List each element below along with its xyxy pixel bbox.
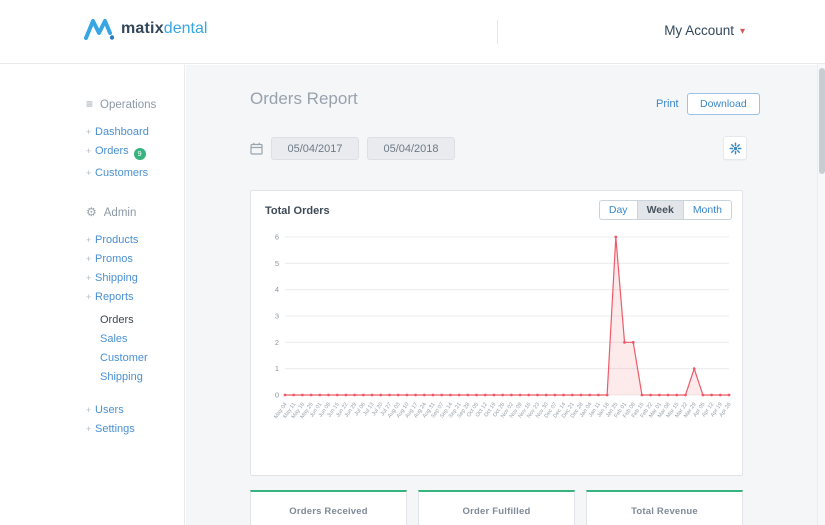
date-range-row [250,137,463,160]
logo-icon [84,19,114,40]
interval-toggle: Day Week Month [598,200,732,220]
sidebar-section-admin: ⚙ Admin + Products + Promos + Shipping + Repo… [86,205,184,435]
sidebar-item-shipping[interactable]: + Shipping [86,273,184,284]
print-link[interactable]: Print [656,98,679,110]
sidebar-item-settings[interactable]: + Settings [86,424,184,435]
svg-text:0: 0 [275,391,279,400]
card-label: Total Revenue [631,506,698,517]
header: matix dental My Account ▾ [0,0,825,64]
plus-icon: + [86,235,92,245]
scrollbar-thumb[interactable] [819,68,825,174]
date-to-input[interactable] [367,137,455,160]
svg-text:6: 6 [275,233,279,242]
plus-icon: + [86,292,92,302]
chart-title: Total Orders [265,205,330,217]
orders-count-badge: 9 [133,148,146,160]
toggle-month-button[interactable]: Month [683,200,732,220]
svg-text:4: 4 [275,285,279,294]
logo-text-secondary: dental [163,20,208,37]
summary-cards-row: Orders Received 10 Order Fulfilled 10 To… [250,490,743,525]
orders-received-card: Orders Received 10 [250,490,407,525]
page-title: Orders Report [250,89,358,108]
card-label: Order Fulfilled [462,506,531,517]
plus-icon: + [86,127,92,137]
admin-header[interactable]: ⚙ Admin [86,205,184,219]
svg-text:3: 3 [275,312,279,321]
my-account-menu[interactable]: My Account ▾ [664,23,745,38]
sidebar-section-operations: ≡ Operations + Dashboard + Orders 9 + Custome… [86,97,184,179]
total-orders-card: Total Orders Day Week Month 0 1 2 3 4 5 6 May 0… [250,190,743,476]
logo-text-primary: matix [121,20,164,37]
svg-text:2: 2 [275,338,279,347]
orders-line-chart: 0123456May 04May 11May 18May 25Jun 01Jun… [273,233,732,420]
calendar-icon [250,142,263,155]
sidebar: ≡ Operations + Dashboard + Orders 9 + Custome… [0,65,185,525]
my-account-label: My Account [664,23,734,38]
chevron-down-icon: ▾ [739,26,745,37]
sidebar-item-orders[interactable]: + Orders 9 [86,146,184,160]
date-from-input[interactable] [271,137,359,160]
subnav-item-sales[interactable]: Sales [100,334,184,345]
sidebar-item-dashboard[interactable]: + Dashboard [86,127,184,138]
operations-label: Operations [100,99,157,111]
chart-settings-button[interactable] [723,136,747,160]
svg-text:5: 5 [275,259,279,268]
gear-icon: ⚙ [86,205,97,219]
menu-icon: ≡ [86,97,94,111]
operations-header[interactable]: ≡ Operations [86,97,184,111]
card-label: Orders Received [289,506,368,517]
logo[interactable]: matix dental [84,18,207,40]
reports-subnav: Orders Sales Customer Shipping [100,315,184,383]
header-divider [497,20,498,44]
plus-icon: + [86,168,92,178]
sidebar-item-customers[interactable]: + Customers [86,168,184,179]
sidebar-item-reports[interactable]: + Reports [86,292,184,303]
plus-icon: + [86,424,92,434]
svg-text:1: 1 [275,364,279,373]
subnav-item-shipping[interactable]: Shipping [100,372,184,383]
toggle-day-button[interactable]: Day [598,200,637,220]
sidebar-item-users[interactable]: + Users [86,405,184,416]
plus-icon: + [86,273,92,283]
sidebar-item-promos[interactable]: + Promos [86,254,184,265]
subnav-item-customer[interactable]: Customer [100,353,184,364]
sidebar-item-products[interactable]: + Products [86,235,184,246]
plus-icon: + [86,405,92,415]
main-content: Orders Report Print Download Total [186,65,825,525]
admin-label: Admin [103,207,137,219]
plus-icon: + [86,254,92,264]
toggle-week-button[interactable]: Week [636,200,684,220]
subnav-item-orders[interactable]: Orders [100,315,184,326]
download-button[interactable]: Download [687,93,760,115]
gear-icon [728,141,742,155]
order-fulfilled-card: Order Fulfilled 10 [418,490,575,525]
total-revenue-card: Total Revenue $1,090.74 [586,490,743,525]
scrollbar-track[interactable] [817,64,825,525]
plus-icon: + [86,146,92,156]
